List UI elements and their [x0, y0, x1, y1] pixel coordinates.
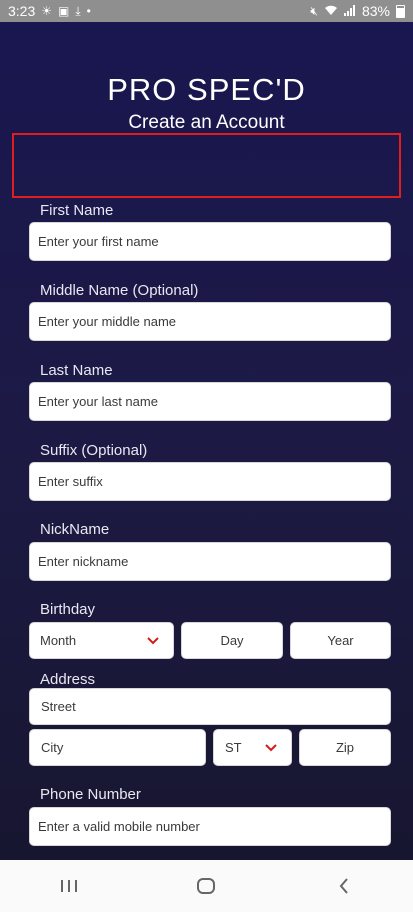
nickname-label: NickName	[40, 521, 110, 538]
last-name-field[interactable]: Enter your last name	[29, 382, 391, 421]
battery-percent: 83%	[361, 3, 390, 19]
system-nav-bar	[0, 860, 413, 912]
chevron-down-icon	[265, 743, 277, 751]
birthday-day-field[interactable]: Day	[181, 622, 283, 659]
battery-icon	[396, 4, 405, 18]
brand-title: PRO SPEC'D	[107, 72, 306, 107]
state-value: ST	[225, 740, 242, 755]
recents-button[interactable]	[39, 866, 99, 906]
state-select[interactable]: ST	[213, 729, 292, 766]
city-field[interactable]: City	[29, 729, 206, 766]
chevron-down-icon	[147, 636, 159, 644]
suffix-label: Suffix (Optional)	[40, 442, 148, 459]
phone-field[interactable]: Enter a valid mobile number	[29, 807, 391, 846]
first-name-field[interactable]: Enter your first name	[29, 222, 391, 261]
address-label: Address	[40, 671, 96, 688]
birthday-month-select[interactable]: Month	[29, 622, 174, 659]
middle-name-field[interactable]: Enter your middle name	[29, 302, 391, 341]
nickname-field[interactable]: Enter nickname	[29, 542, 391, 581]
signup-screen: PRO SPEC'D Create an Account First Name …	[0, 22, 413, 860]
zip-field[interactable]: Zip	[299, 729, 391, 766]
error-highlight-box	[12, 133, 401, 198]
middle-name-label: Middle Name (Optional)	[40, 282, 199, 299]
phone-label: Phone Number	[40, 786, 141, 803]
first-name-label: First Name	[40, 202, 114, 219]
dot-icon: •	[86, 4, 91, 18]
month-value: Month	[40, 633, 77, 648]
birthday-label: Birthday	[40, 601, 96, 618]
back-button[interactable]	[314, 866, 374, 906]
signal-icon	[343, 4, 356, 18]
status-time: 3:23	[8, 3, 36, 19]
mute-icon: 🔇︎	[310, 4, 318, 18]
sun-icon: ☀	[41, 4, 53, 18]
download-icon: ⤓	[75, 4, 81, 18]
status-bar: 3:23 ☀ ▣ ⤓ • 🔇︎ 83%	[0, 0, 413, 22]
page-subtitle: Create an Account	[128, 112, 285, 133]
recents-icon	[60, 880, 77, 892]
birthday-year-field[interactable]: Year	[290, 622, 391, 659]
home-icon	[197, 878, 216, 894]
street-field[interactable]: Street	[29, 688, 391, 725]
home-button[interactable]	[176, 866, 236, 906]
wifi-icon	[324, 5, 338, 18]
last-name-label: Last Name	[40, 362, 113, 379]
back-icon	[339, 878, 348, 894]
suffix-field[interactable]: Enter suffix	[29, 462, 391, 501]
gallery-icon: ▣	[58, 4, 70, 18]
